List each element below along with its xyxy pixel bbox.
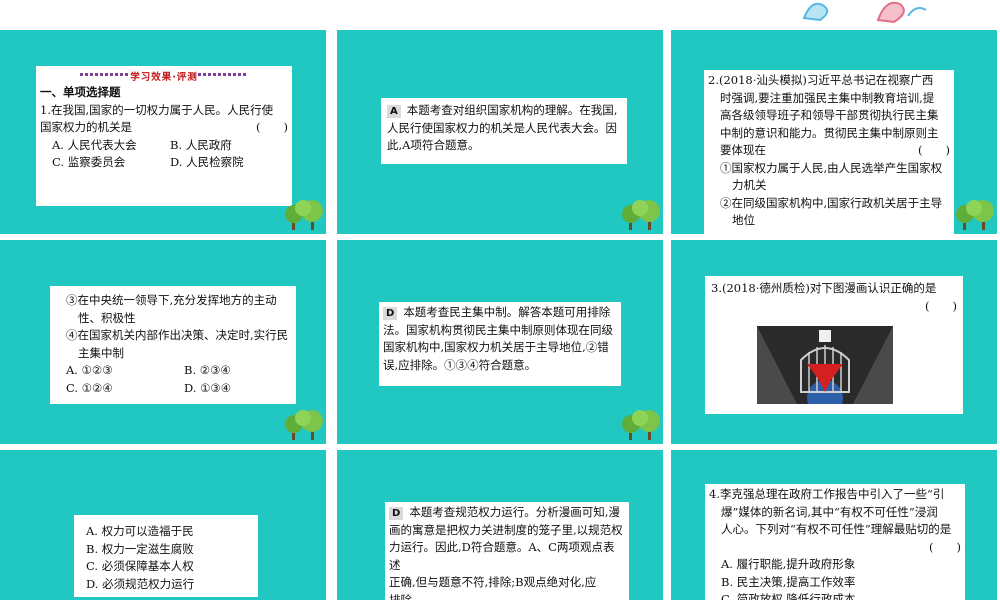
- item-3: ③在中央统一领导下,充分发挥地方的主动: [66, 293, 277, 307]
- slide-5[interactable]: D 本题考查民主集中制。解答本题可用排除 法。国家机构贯彻民主集中制原则体现在同级…: [337, 240, 663, 444]
- explanation-text-2: 画的寓意是把权力关进制度的笼子里,以规范权: [389, 522, 623, 537]
- question-text-3: 高各级领导班子和领导干部贯彻执行民主集: [720, 108, 939, 122]
- answer-blank: ( ): [256, 120, 288, 134]
- explanation-text-4: 误,应排除。①③④符合题意。: [383, 357, 537, 372]
- decorative-logo-icon: [802, 1, 927, 24]
- item-4: ④在国家机关内部作出决策、决定时,实行民: [66, 328, 289, 342]
- option-d[interactable]: D. ①③④: [184, 380, 302, 398]
- option-b[interactable]: B. 权力一定滋生腐败: [86, 541, 246, 559]
- option-c[interactable]: C. 简政放权,降低行政成本: [709, 591, 961, 600]
- option-b[interactable]: B. 人民政府: [170, 137, 288, 155]
- item-3-cont: 性、积极性: [78, 310, 136, 325]
- slide-9[interactable]: 4.李克强总理在政府工作报告中引入了一些“引 爆”媒体的新名词,其中“有权不可任…: [671, 450, 997, 600]
- tree-icon: [622, 410, 660, 440]
- item-2-cont: 地位: [732, 213, 755, 227]
- option-c[interactable]: C. ①②④: [66, 380, 184, 398]
- question-text: 2.(2018·汕头模拟)习近平总书记在视察广西: [708, 73, 934, 87]
- item-1: ①国家权力属于人民,由人民选举产生国家权: [720, 160, 943, 175]
- question-text-cont: ( ): [709, 539, 961, 557]
- slide-2[interactable]: A 本题考查对组织国家机构的理解。在我国, 人民行使国家权力的机关是人民代表大会。…: [337, 30, 663, 234]
- question-text-4: 中制的意识和能力。贯彻民主集中制原则主: [720, 125, 939, 140]
- section-title: 一、单项选择题: [40, 85, 121, 99]
- explanation-text-3: 力运行。因此,D符合题意。A、C两项观点表述: [389, 540, 615, 572]
- cartoon-image: [757, 326, 893, 404]
- answer-card: A 本题考查对组织国家机构的理解。在我国, 人民行使国家权力的机关是人民代表大会。…: [381, 98, 627, 164]
- question-card: 3.(2018·德州质检)对下图漫画认识正确的是 ( ): [705, 276, 963, 414]
- explanation-text-5: 排除。: [389, 592, 424, 600]
- explanation-text: D 本题考查民主集中制。解答本题可用排除: [383, 304, 617, 322]
- section-header: 学习效果·评测: [40, 68, 288, 83]
- top-bar: [0, 0, 1000, 26]
- question-card: 4.李克强总理在政府工作报告中引入了一些“引 爆”媒体的新名词,其中“有权不可任…: [705, 484, 965, 600]
- option-b[interactable]: B. 民主决策,提高工作效率: [709, 574, 961, 592]
- item-4-cont: 主集中制: [78, 345, 124, 360]
- item-1-cont: 力机关: [732, 178, 767, 192]
- question-text-2: 时强调,要注重加强民主集中制教育培训,提: [720, 90, 935, 105]
- slide-4[interactable]: ③在中央统一领导下,充分发挥地方的主动 性、积极性 ④在国家机关内部作出决策、决…: [0, 240, 326, 444]
- explanation-text-4: 正确,但与题意不符,排除;B观点绝对化,应: [389, 575, 597, 589]
- option-a[interactable]: A. ①②③: [66, 362, 184, 380]
- explanation-text-3: 国家机构中,国家权力机关居于主导地位,②错: [383, 340, 609, 354]
- answer-badge: D: [389, 507, 404, 520]
- question-text: 4.李克强总理在政府工作报告中引入了一些“引: [709, 487, 945, 501]
- question-text-cont: 国家权力的机关是( ): [40, 119, 288, 137]
- item-2: ②在同级国家机构中,国家行政机关居于主导: [720, 195, 943, 210]
- answer-badge: D: [383, 307, 398, 320]
- answer-blank: ( ): [925, 298, 957, 313]
- option-d[interactable]: D. 必须规范权力运行: [86, 576, 246, 594]
- options-card: A. 权力可以造福于民 B. 权力一定滋生腐败 C. 必须保障基本人权 D. 必…: [74, 515, 258, 597]
- question-text-cont: ( ): [711, 298, 957, 316]
- question-text: 3.(2018·德州质检)对下图漫画认识正确的是: [711, 281, 937, 295]
- answer-badge: A: [387, 105, 401, 118]
- answer-card: D 本题考查民主集中制。解答本题可用排除 法。国家机构贯彻民主集中制原则体现在同级…: [379, 302, 621, 386]
- explanation-text-2: 人民行使国家权力的机关是人民代表大会。因: [387, 120, 617, 135]
- answer-blank: ( ): [918, 143, 950, 157]
- section-header-title: 学习效果·评测: [130, 72, 198, 83]
- question-card: ③在中央统一领导下,充分发挥地方的主动 性、积极性 ④在国家机关内部作出决策、决…: [50, 286, 296, 404]
- slide-1[interactable]: 学习效果·评测 一、单项选择题 1.在我国,国家的一切权力属于人民。人民行使 国…: [0, 30, 326, 234]
- question-text-3: 人心。下列对“有权不可任性”理解最贴切的是: [721, 522, 952, 536]
- slide-3[interactable]: 2.(2018·汕头模拟)习近平总书记在视察广西 时强调,要注重加强民主集中制教…: [671, 30, 997, 234]
- answer-card: D 本题考查规范权力运行。分析漫画可知,漫 画的寓意是把权力关进制度的笼子里,以规…: [385, 502, 629, 600]
- slide-7[interactable]: A. 权力可以造福于民 B. 权力一定滋生腐败 C. 必须保障基本人权 D. 必…: [0, 450, 326, 600]
- option-c[interactable]: C. 监察委员会: [52, 154, 170, 172]
- answer-blank: ( ): [929, 539, 961, 554]
- question-card: 学习效果·评测 一、单项选择题 1.在我国,国家的一切权力属于人民。人民行使 国…: [36, 66, 292, 206]
- tree-icon: [622, 200, 660, 230]
- option-d[interactable]: D. 人民检察院: [170, 154, 288, 172]
- option-a[interactable]: A. 人民代表大会: [52, 137, 170, 155]
- question-text-2: 爆”媒体的新名词,其中“有权不可任性”浸润: [721, 504, 938, 519]
- question-text-5: 要体现在( ): [708, 142, 950, 160]
- tree-icon: [285, 200, 323, 230]
- option-b[interactable]: B. ②③④: [184, 362, 302, 380]
- tree-icon: [285, 410, 323, 440]
- slide-6[interactable]: 3.(2018·德州质检)对下图漫画认识正确的是 ( ): [671, 240, 997, 444]
- option-a[interactable]: A. 权力可以造福于民: [86, 523, 246, 541]
- question-text: 1.在我国,国家的一切权力属于人民。人民行使: [40, 102, 274, 117]
- explanation-text-2: 法。国家机构贯彻民主集中制原则体现在同级: [383, 322, 613, 337]
- question-card: 2.(2018·汕头模拟)习近平总书记在视察广西 时强调,要注重加强民主集中制教…: [704, 70, 954, 234]
- explanation-text: A 本题考查对组织国家机构的理解。在我国,: [387, 102, 621, 120]
- slide-8[interactable]: D 本题考查规范权力运行。分析漫画可知,漫 画的寓意是把权力关进制度的笼子里,以规…: [337, 450, 663, 600]
- explanation-text-3: 此,A项符合题意。: [387, 138, 480, 152]
- explanation-text: D 本题考查规范权力运行。分析漫画可知,漫: [389, 504, 625, 522]
- tree-icon: [956, 200, 994, 230]
- option-c[interactable]: C. 必须保障基本人权: [86, 558, 246, 576]
- option-a[interactable]: A. 履行职能,提升政府形象: [709, 556, 961, 574]
